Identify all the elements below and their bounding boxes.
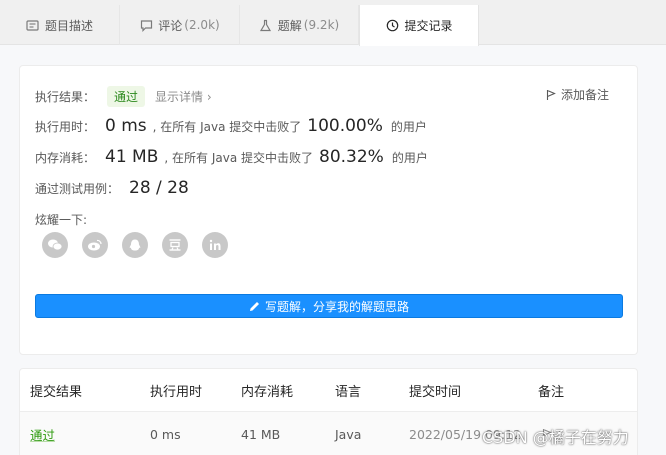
header-language: 语言 bbox=[335, 384, 362, 400]
memory-row: 内存消耗： 41 MB , 在所有 Java 提交中击败了 80.32% 的用户 bbox=[35, 147, 428, 167]
douban-icon[interactable] bbox=[162, 232, 188, 258]
problem-tabs: 题目描述 评论 (2.0k) 题解 (9.2k) 提交记录 bbox=[0, 0, 666, 46]
memory-percentile: 80.32% bbox=[319, 147, 384, 167]
row-runtime: 0 ms bbox=[150, 426, 181, 442]
memory-label: 内存消耗： bbox=[35, 151, 96, 165]
weibo-icon[interactable] bbox=[82, 232, 108, 258]
header-notes: 备注 bbox=[538, 384, 565, 400]
add-note-label: 添加备注 bbox=[560, 88, 609, 102]
runtime-suffix: 的用户 bbox=[390, 120, 427, 134]
row-language: Java bbox=[335, 426, 362, 442]
row-memory: 41 MB bbox=[241, 426, 281, 442]
share-label: 炫耀一下: bbox=[35, 213, 88, 227]
flask-icon bbox=[259, 18, 273, 32]
tab-submissions[interactable]: 提交记录 bbox=[359, 5, 479, 46]
clock-icon bbox=[385, 19, 399, 33]
runtime-label: 执行用时： bbox=[35, 120, 96, 134]
wechat-icon[interactable] bbox=[42, 232, 68, 258]
status-badge: 通过 bbox=[107, 86, 146, 107]
header-runtime: 执行用时 bbox=[150, 384, 203, 400]
watermark: CSDN @橘子在努力 bbox=[482, 428, 629, 447]
tab-description[interactable]: 题目描述 bbox=[0, 5, 120, 45]
tab-label: 题目描述 bbox=[44, 18, 93, 33]
header-memory: 内存消耗 bbox=[241, 384, 294, 400]
share-row: 炫耀一下: bbox=[35, 211, 87, 228]
tab-label: 题解 bbox=[277, 18, 302, 33]
testcase-value: 28 / 28 bbox=[129, 178, 189, 198]
description-icon bbox=[26, 18, 40, 32]
linkedin-icon[interactable] bbox=[202, 232, 228, 258]
submission-result-card: 执行结果： 通过 显示详情 › 添加备注 执行用时： 0 ms , 在所有 Ja… bbox=[19, 65, 638, 355]
result-label: 执行结果： bbox=[35, 90, 96, 104]
tab-solutions[interactable]: 题解 (9.2k) bbox=[240, 5, 359, 45]
memory-suffix: 的用户 bbox=[391, 151, 428, 165]
memory-text: , 在所有 Java 提交中击败了 bbox=[164, 151, 313, 165]
flag-icon bbox=[546, 89, 556, 100]
result-row: 执行结果： 通过 显示详情 › bbox=[35, 86, 212, 107]
tab-count: (2.0k) bbox=[184, 18, 220, 32]
tab-count: (9.2k) bbox=[303, 18, 340, 32]
tab-label: 评论 bbox=[158, 18, 183, 33]
write-solution-label: 写题解，分享我的解题思路 bbox=[264, 299, 409, 314]
comment-icon bbox=[139, 18, 153, 32]
tab-label: 提交记录 bbox=[404, 19, 453, 33]
runtime-value: 0 ms bbox=[105, 116, 147, 136]
qq-icon[interactable] bbox=[122, 232, 148, 258]
testcase-row: 通过测试用例： 28 / 28 bbox=[35, 178, 195, 198]
show-details-link[interactable]: 显示详情 › bbox=[155, 88, 212, 105]
write-solution-button[interactable]: 写题解，分享我的解题思路 bbox=[35, 294, 623, 318]
table-header: 提交结果 执行用时 内存消耗 语言 提交时间 备注 bbox=[20, 369, 637, 412]
runtime-percentile: 100.00% bbox=[307, 116, 383, 136]
share-icons bbox=[42, 232, 242, 258]
testcase-label: 通过测试用例： bbox=[35, 182, 120, 196]
runtime-text: , 在所有 Java 提交中击败了 bbox=[152, 120, 302, 134]
tab-comments[interactable]: 评论 (2.0k) bbox=[120, 5, 240, 45]
add-note-button[interactable]: 添加备注 bbox=[546, 86, 609, 103]
pencil-icon bbox=[249, 301, 259, 311]
memory-value: 41 MB bbox=[105, 147, 159, 167]
header-submit-time: 提交时间 bbox=[409, 384, 462, 400]
runtime-row: 执行用时： 0 ms , 在所有 Java 提交中击败了 100.00% 的用户 bbox=[35, 116, 427, 136]
header-result: 提交结果 bbox=[30, 384, 83, 400]
row-result-link[interactable]: 通过 bbox=[30, 412, 55, 455]
